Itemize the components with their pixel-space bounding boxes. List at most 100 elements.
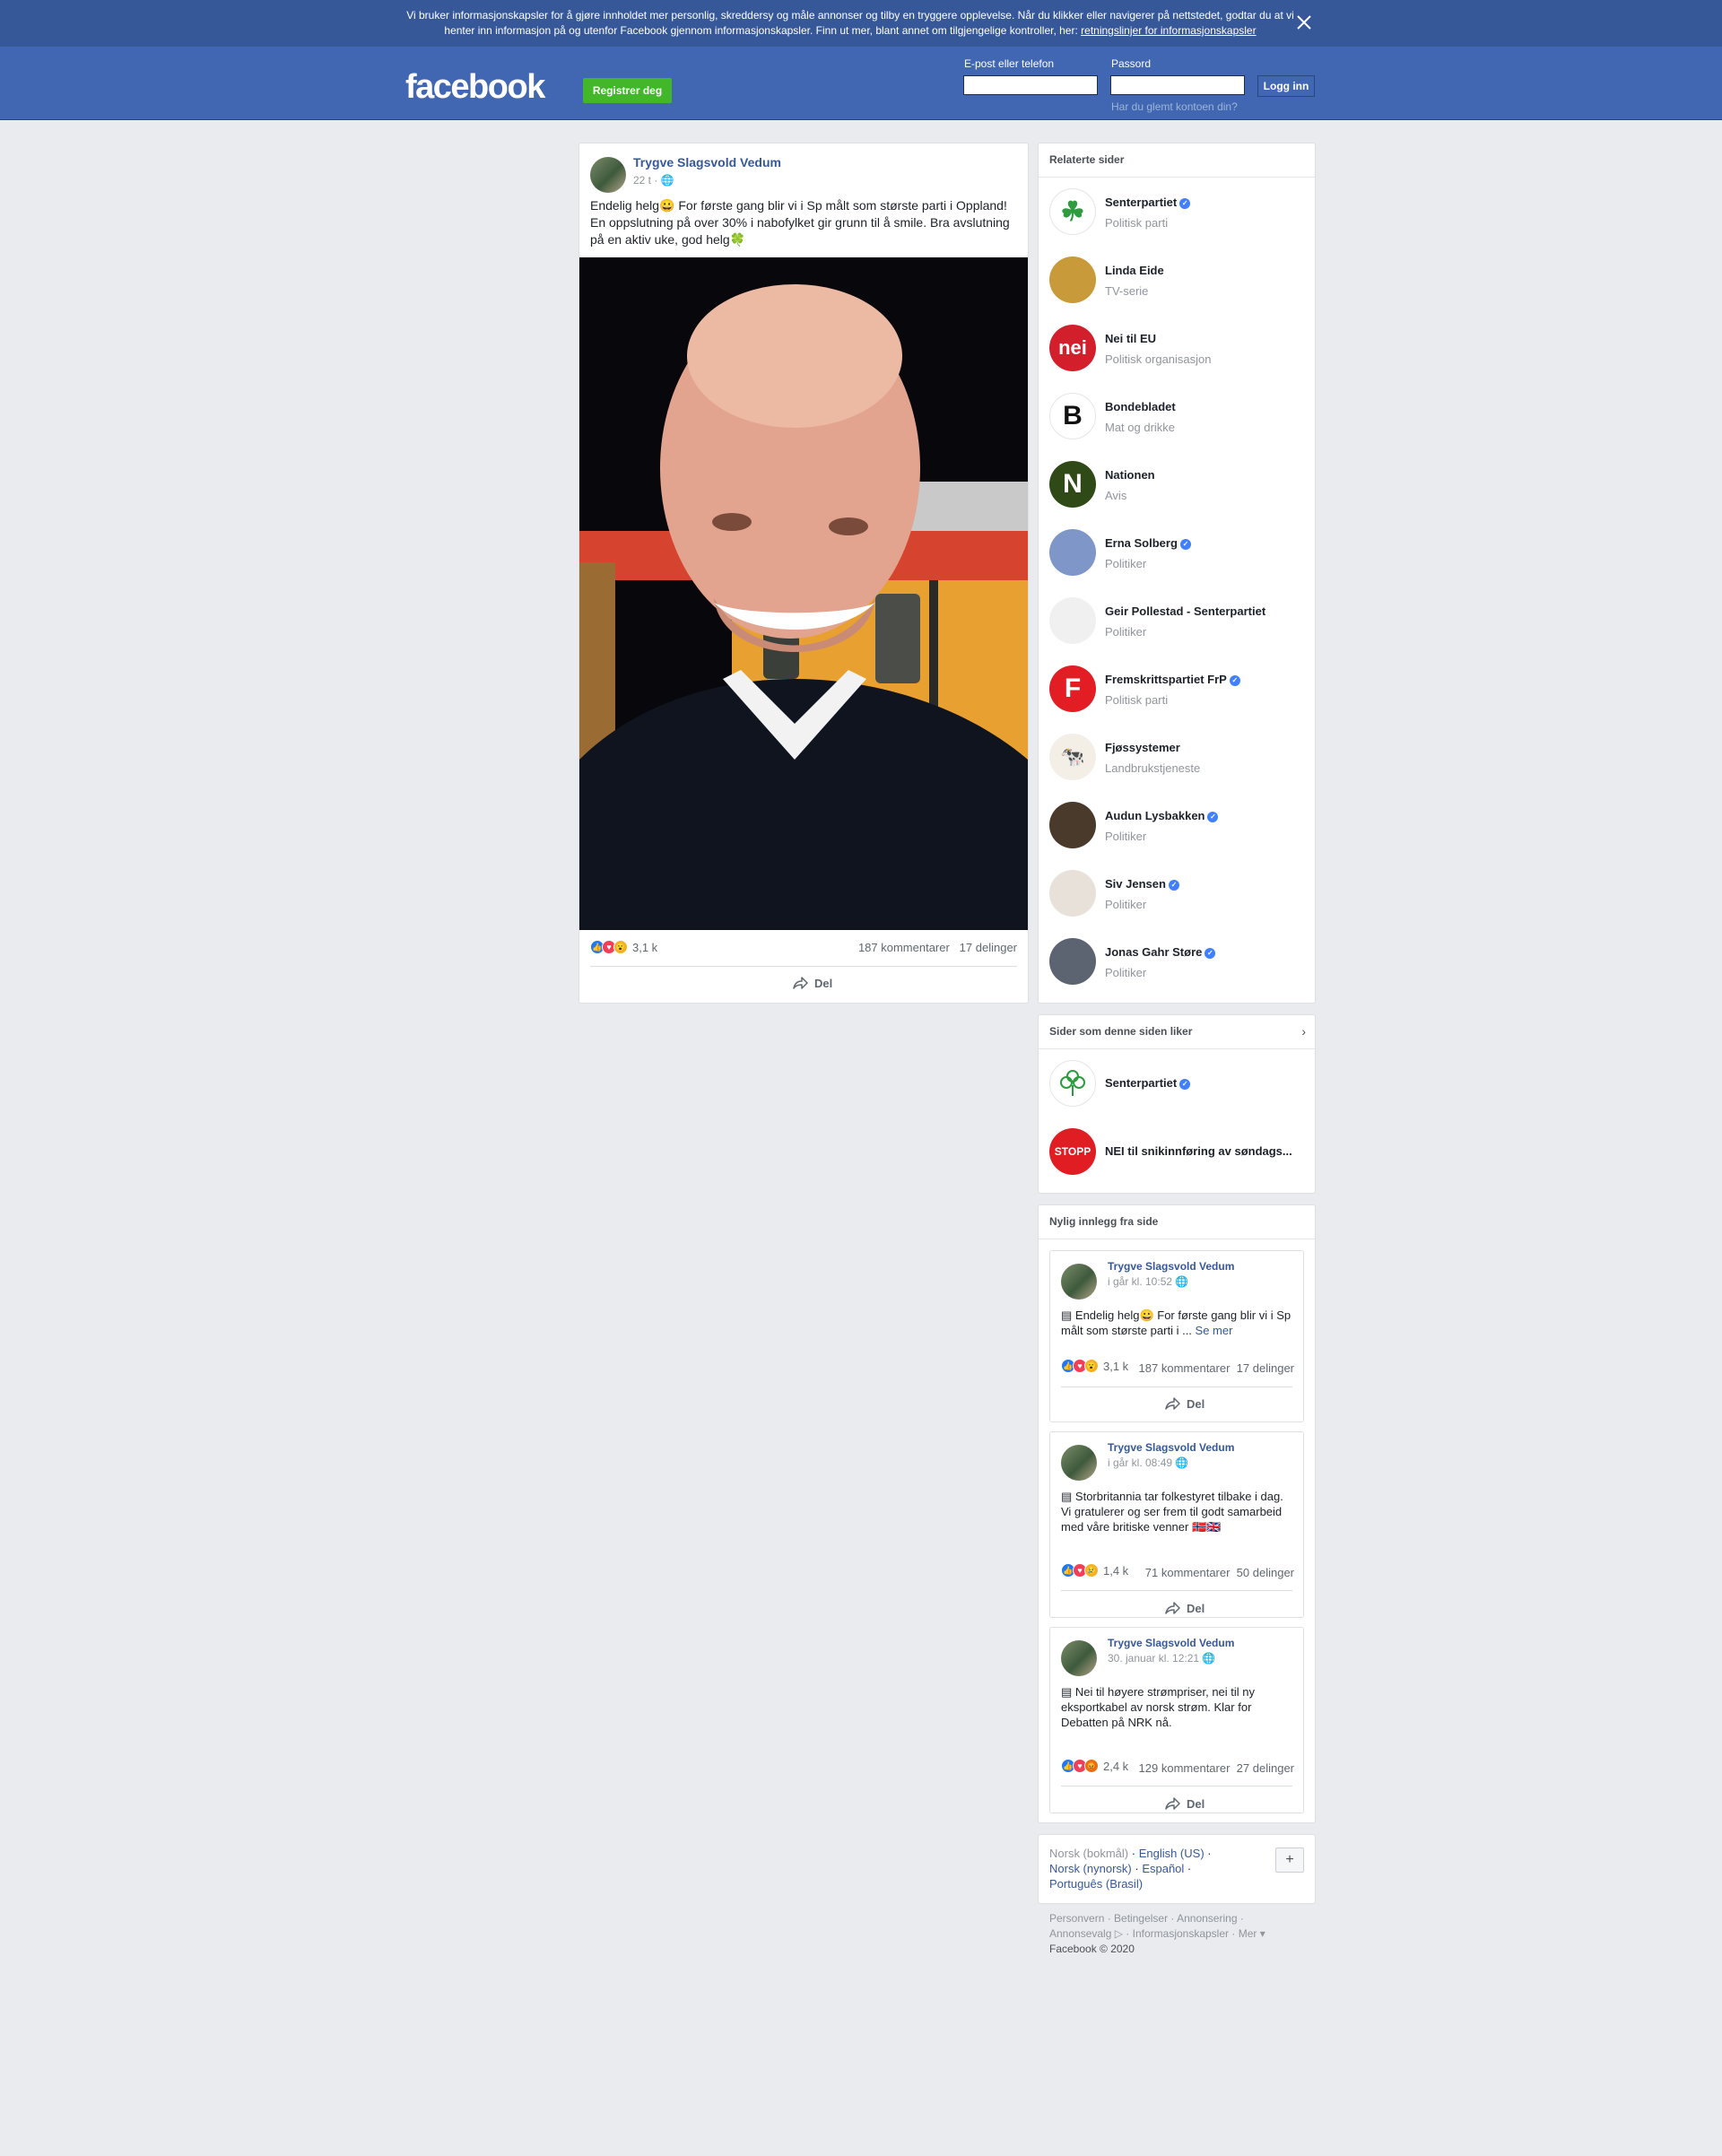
chevron-right-icon[interactable]: ›: [1301, 1024, 1306, 1039]
register-button[interactable]: Registrer deg: [583, 78, 672, 103]
related-page-item[interactable]: F Fremskrittspartiet FrP ✓ Politisk parti: [1049, 665, 1309, 716]
related-page-item[interactable]: Geir Pollestad - Senterpartiet Politiker: [1049, 597, 1309, 648]
language-link[interactable]: Português (Brasil): [1049, 1877, 1143, 1891]
share-button[interactable]: Del: [793, 976, 832, 990]
verified-badge-icon: ✓: [1179, 198, 1191, 209]
page-name: Audun Lysbakken ✓: [1105, 809, 1219, 822]
page-name-text: Jonas Gahr Støre: [1105, 945, 1203, 959]
recent-post: Trygve Slagsvold Vedum 30. januar kl. 12:…: [1049, 1627, 1304, 1813]
globe-icon: 🌐: [660, 174, 674, 187]
related-page-item[interactable]: N Nationen Avis: [1049, 461, 1309, 511]
page-avatar: [1049, 1060, 1096, 1107]
password-field[interactable]: [1110, 75, 1245, 95]
post-time[interactable]: 22 t: [633, 174, 651, 187]
reaction-summary[interactable]: 👍 ♥ 😡 2,4 k: [1061, 1759, 1128, 1773]
divider: [590, 966, 1017, 967]
page-name: Fjøssystemer: [1105, 741, 1180, 754]
liked-page-item[interactable]: Senterpartiet ✓: [1049, 1060, 1309, 1110]
language-link[interactable]: English (US): [1139, 1847, 1205, 1860]
footer: Personvern · Betingelser · Annonsering ·…: [1049, 1912, 1265, 1955]
post-time[interactable]: i går kl. 10:52: [1108, 1275, 1172, 1288]
page-avatar: F: [1049, 665, 1096, 712]
page-name-text: Audun Lysbakken: [1105, 809, 1205, 822]
footer-link[interactable]: Annonsering: [1177, 1912, 1237, 1925]
reaction-summary[interactable]: 👍 ♥ 😢 1,4 k: [1061, 1563, 1128, 1578]
related-page-item[interactable]: ☘ Senterpartiet ✓ Politisk parti: [1049, 188, 1309, 239]
reaction-summary[interactable]: 👍 ♥ 😮 3,1 k: [1061, 1359, 1128, 1373]
liked-page-item[interactable]: STOPP NEI til snikinnføring av søndags..…: [1049, 1128, 1309, 1178]
bondebladet-logo-icon: B: [1063, 401, 1083, 430]
forgot-account-link[interactable]: Har du glemt kontoen din?: [1111, 100, 1238, 113]
cookie-policy-link[interactable]: retningslinjer for informasjonskapsler: [1081, 24, 1256, 37]
comment-count[interactable]: 187 kommentarer: [858, 941, 950, 954]
password-label: Passord: [1111, 57, 1152, 70]
post-photo[interactable]: [579, 257, 1028, 930]
language-link[interactable]: Español: [1142, 1862, 1184, 1875]
post-author[interactable]: Trygve Slagsvold Vedum: [1108, 1260, 1234, 1273]
related-page-item[interactable]: B Bondebladet Mat og drikke: [1049, 393, 1309, 443]
verified-badge-icon: ✓: [1168, 880, 1179, 891]
footer-link[interactable]: Personvern: [1049, 1912, 1104, 1925]
post-author[interactable]: Trygve Slagsvold Vedum: [1108, 1441, 1234, 1454]
page-avatar: [1049, 529, 1096, 576]
related-page-item[interactable]: Siv Jensen ✓ Politiker: [1049, 870, 1309, 920]
related-page-item[interactable]: 🐄 Fjøssystemer Landbrukstjeneste: [1049, 734, 1309, 784]
footer-link[interactable]: Annonsevalg: [1049, 1927, 1111, 1940]
page-category: Politisk parti: [1105, 693, 1169, 707]
share-button[interactable]: Del: [1165, 1396, 1205, 1411]
wow-reaction-icon: 😮: [1084, 1359, 1099, 1373]
post-text: ▤ Nei til høyere strømpriser, nei til ny…: [1061, 1684, 1296, 1730]
page-name: Senterpartiet ✓: [1105, 196, 1191, 209]
recent-posts-panel: Nylig innlegg fra side Trygve Slagsvold …: [1038, 1204, 1316, 1823]
post-counts: 187 kommentarer 17 delinger: [858, 941, 1017, 954]
related-page-item[interactable]: Audun Lysbakken ✓ Politiker: [1049, 802, 1309, 852]
footer-link[interactable]: Betingelser: [1114, 1912, 1168, 1925]
related-page-item[interactable]: nei Nei til EU Politisk organisasjon: [1049, 325, 1309, 375]
post-time[interactable]: 30. januar kl. 12:21: [1108, 1652, 1199, 1665]
related-page-item[interactable]: Jonas Gahr Støre ✓ Politiker: [1049, 938, 1309, 988]
liked-pages-title: Sider som denne siden liker: [1039, 1015, 1315, 1049]
comment-count[interactable]: 129 kommentarer: [1139, 1761, 1231, 1775]
footer-link[interactable]: Informasjonskapsler: [1133, 1927, 1229, 1940]
email-field[interactable]: [963, 75, 1098, 95]
share-count[interactable]: 50 delinger: [1237, 1566, 1294, 1579]
share-count[interactable]: 27 delinger: [1237, 1761, 1294, 1775]
author-avatar[interactable]: [590, 157, 626, 193]
page-name-text: Bondebladet: [1105, 400, 1176, 413]
page-name-text: Erna Solberg: [1105, 536, 1178, 550]
post-author[interactable]: Trygve Slagsvold Vedum: [633, 155, 781, 170]
related-page-item[interactable]: Erna Solberg ✓ Politiker: [1049, 529, 1309, 579]
footer-link[interactable]: Mer: [1239, 1927, 1257, 1940]
close-icon[interactable]: [1293, 12, 1315, 33]
page-name: Jonas Gahr Støre ✓: [1105, 945, 1216, 959]
see-more-link[interactable]: Se mer: [1196, 1324, 1233, 1337]
share-button[interactable]: Del: [1165, 1796, 1205, 1811]
comment-count[interactable]: 71 kommentarer: [1145, 1566, 1231, 1579]
author-avatar[interactable]: [1061, 1264, 1097, 1300]
comment-count[interactable]: 187 kommentarer: [1139, 1361, 1231, 1375]
share-count[interactable]: 17 delinger: [960, 941, 1017, 954]
page-name-text: Senterpartiet: [1105, 1076, 1178, 1090]
post-author[interactable]: Trygve Slagsvold Vedum: [1108, 1637, 1234, 1649]
login-button[interactable]: Logg inn: [1257, 75, 1315, 97]
author-avatar[interactable]: [1061, 1445, 1097, 1481]
share-label: Del: [1187, 1396, 1205, 1411]
facebook-logo[interactable]: facebook: [405, 68, 545, 107]
language-link[interactable]: Norsk (nynorsk): [1049, 1862, 1132, 1875]
post-text-body: Endelig helg😀 For første gang blir vi i …: [1061, 1308, 1292, 1337]
page-category: Landbrukstjeneste: [1105, 761, 1201, 775]
share-count[interactable]: 17 delinger: [1237, 1361, 1294, 1375]
page-avatar: [1049, 597, 1096, 644]
page-name-text: Nationen: [1105, 468, 1155, 482]
language-list: Norsk (bokmål) · English (US) · Norsk (n…: [1049, 1847, 1212, 1891]
reaction-summary[interactable]: 👍 ♥ 😮 3,1 k: [590, 940, 657, 954]
author-avatar[interactable]: [1061, 1640, 1097, 1676]
page-name: NEI til snikinnføring av søndags...: [1105, 1144, 1292, 1158]
wow-reaction-icon: 😮: [613, 940, 628, 954]
post-time[interactable]: i går kl. 08:49: [1108, 1456, 1172, 1469]
share-button[interactable]: Del: [1165, 1601, 1205, 1615]
recent-post: Trygve Slagsvold Vedum i går kl. 08:49 🌐 ▤…: [1049, 1431, 1304, 1618]
related-page-item[interactable]: Linda Eide TV-serie: [1049, 256, 1309, 307]
more-languages-button[interactable]: +: [1275, 1847, 1304, 1873]
sad-reaction-icon: 😢: [1084, 1563, 1099, 1578]
